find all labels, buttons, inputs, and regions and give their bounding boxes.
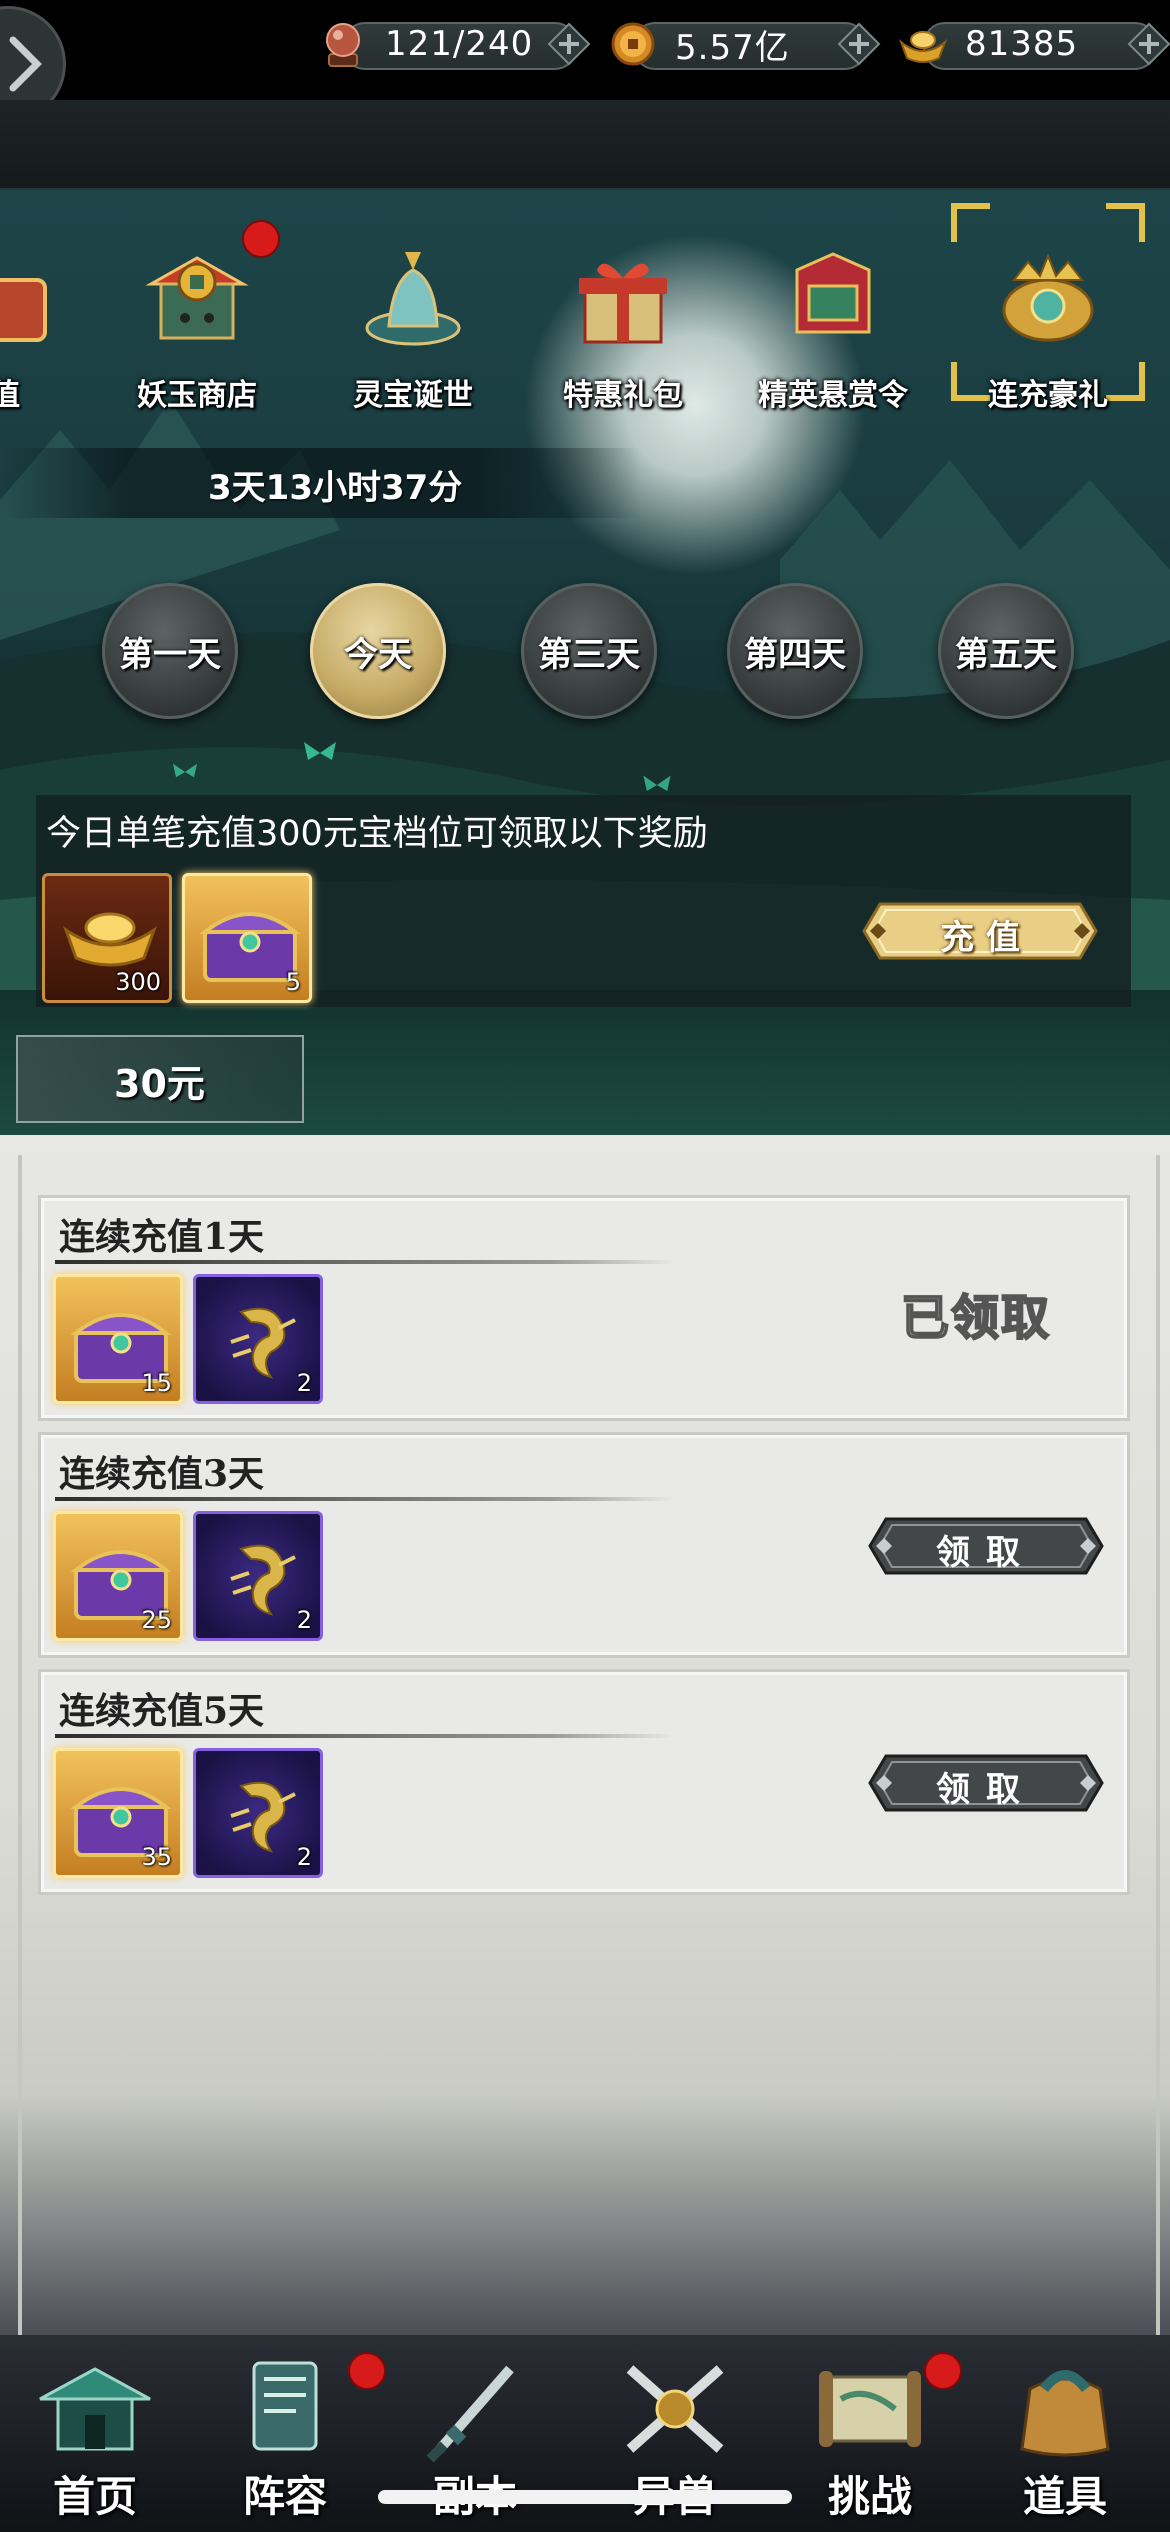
tab-continuous-recharge[interactable]: 连充豪礼 xyxy=(963,240,1133,420)
gift-box-icon xyxy=(579,263,667,344)
reward-chest-item[interactable]: 5 xyxy=(182,873,312,1003)
tab-label: 特惠礼包 xyxy=(563,378,683,413)
day-1-button[interactable]: 第一天 xyxy=(102,583,238,719)
resource-bar xyxy=(0,100,1170,190)
ingots-value: 81385 xyxy=(965,24,1079,64)
map-scroll-icon xyxy=(819,2371,921,2447)
spirit-treasure-icon xyxy=(365,252,461,346)
add-coins-button[interactable] xyxy=(837,22,881,66)
day-today-button[interactable]: 今天 xyxy=(310,583,446,719)
countdown-banner: 3天13小时37分 xyxy=(0,448,640,518)
plus-icon xyxy=(1127,22,1170,66)
coins-resource: 5.57亿 xyxy=(605,16,881,72)
bounty-box-icon xyxy=(795,252,871,334)
continuous-reward-row-1: 连续充值1天 15 2 已领取 xyxy=(38,1195,1130,1421)
recharge-button[interactable]: 充 值 xyxy=(860,898,1100,964)
claimed-status: 已领取 xyxy=(900,1289,1052,1347)
tab-label: 灵宝诞世 xyxy=(353,378,473,413)
tab-elite-bounty[interactable]: 精英悬赏令 xyxy=(748,240,918,420)
tab-label: 妖玉商店 xyxy=(137,378,257,413)
reward-chest-item[interactable]: 15 xyxy=(53,1274,183,1404)
item-count: 2 xyxy=(296,1843,312,1871)
treasure-crown-icon xyxy=(1002,253,1094,342)
plus-icon xyxy=(547,22,591,66)
claim-button[interactable]: 领取 xyxy=(866,1513,1106,1579)
continuous-reward-row-3: 连续充值3天 25 2 领取 xyxy=(38,1432,1130,1658)
crossed-swords-icon xyxy=(626,2365,724,2453)
claim-button-label: 领取 xyxy=(936,1533,1036,1573)
item-count: 15 xyxy=(141,1369,172,1397)
add-ingots-button[interactable] xyxy=(1127,22,1170,66)
reward-seahorse-item[interactable]: 2 xyxy=(193,1511,323,1641)
sword-icon xyxy=(426,2365,514,2463)
day-3-button[interactable]: 第三天 xyxy=(521,583,657,719)
tab-lingbao-birth[interactable]: 灵宝诞世 xyxy=(328,240,498,420)
chest-icon xyxy=(0,278,47,342)
home-indicator[interactable] xyxy=(378,2490,792,2504)
row-title: 连续充值3天 xyxy=(59,1453,265,1495)
tab-special-gift[interactable]: 特惠礼包 xyxy=(538,240,708,420)
nav-label: 道具 xyxy=(1022,2472,1107,2521)
nav-items[interactable]: 道具 xyxy=(970,2335,1160,2532)
stamina-value: 121/240 xyxy=(385,24,534,64)
countdown-text: 3天13小时37分 xyxy=(208,468,463,508)
shop-stall-icon xyxy=(145,256,249,340)
item-count: 300 xyxy=(115,968,161,996)
chevron-right-icon xyxy=(9,36,42,92)
gold-ingot-icon xyxy=(898,31,948,63)
nav-label: 阵容 xyxy=(242,2472,327,2521)
butterfly-icon xyxy=(173,763,197,778)
tab-yaoyu-shop[interactable]: 妖玉商店 xyxy=(112,240,282,420)
recharge-description: 今日单笔充值300元宝档位可领取以下奖励 xyxy=(46,814,708,854)
row-title: 连续充值1天 xyxy=(59,1216,265,1258)
notification-dot xyxy=(242,220,280,258)
item-count: 35 xyxy=(141,1843,172,1871)
plus-icon xyxy=(837,22,881,66)
item-count: 2 xyxy=(296,1606,312,1634)
coins-value: 5.57亿 xyxy=(675,27,790,68)
gold-ingot-icon xyxy=(63,912,157,967)
nav-label: 挑战 xyxy=(827,2472,912,2521)
claim-button[interactable]: 领取 xyxy=(866,1750,1106,1816)
notification-dot xyxy=(924,2352,962,2390)
reward-seahorse-item[interactable]: 2 xyxy=(193,1748,323,1878)
row-title: 连续充值5天 xyxy=(59,1690,265,1732)
amount-tag: 30元 xyxy=(16,1035,304,1123)
reward-chest-item[interactable]: 35 xyxy=(53,1748,183,1878)
item-count: 25 xyxy=(141,1606,172,1634)
ingots-resource: 81385 xyxy=(895,16,1170,72)
copper-coin-icon xyxy=(611,22,655,66)
nav-label: 首页 xyxy=(52,2472,137,2521)
amount-value: 30元 xyxy=(114,1062,205,1106)
bag-icon xyxy=(1020,2370,1110,2457)
butterfly-icon xyxy=(304,742,336,760)
pagoda-home-icon xyxy=(39,2367,151,2451)
tab-recharge-partial[interactable]: 值 xyxy=(0,240,90,420)
reward-seahorse-item[interactable]: 2 xyxy=(193,1274,323,1404)
stamina-orb-icon xyxy=(326,23,360,67)
nav-home[interactable]: 首页 xyxy=(0,2335,190,2532)
add-stamina-button[interactable] xyxy=(547,22,591,66)
claim-button-label: 领取 xyxy=(936,1770,1036,1810)
reward-chest-item[interactable]: 25 xyxy=(53,1511,183,1641)
continuous-reward-row-5: 连续充值5天 35 2 领取 xyxy=(38,1669,1130,1895)
tab-label: 精英悬赏令 xyxy=(758,378,908,413)
stamina-resource: 121/240 xyxy=(315,16,591,72)
item-count: 2 xyxy=(296,1369,312,1397)
tab-label: 值 xyxy=(0,378,20,413)
reward-ingot-item[interactable]: 300 xyxy=(42,873,172,1003)
recharge-button-label: 充 值 xyxy=(940,918,1020,958)
day-4-button[interactable]: 第四天 xyxy=(727,583,863,719)
scroll-book-icon xyxy=(252,2361,318,2451)
item-count: 5 xyxy=(285,968,301,996)
tab-label: 连充豪礼 xyxy=(988,378,1108,413)
day-5-button[interactable]: 第五天 xyxy=(938,583,1074,719)
